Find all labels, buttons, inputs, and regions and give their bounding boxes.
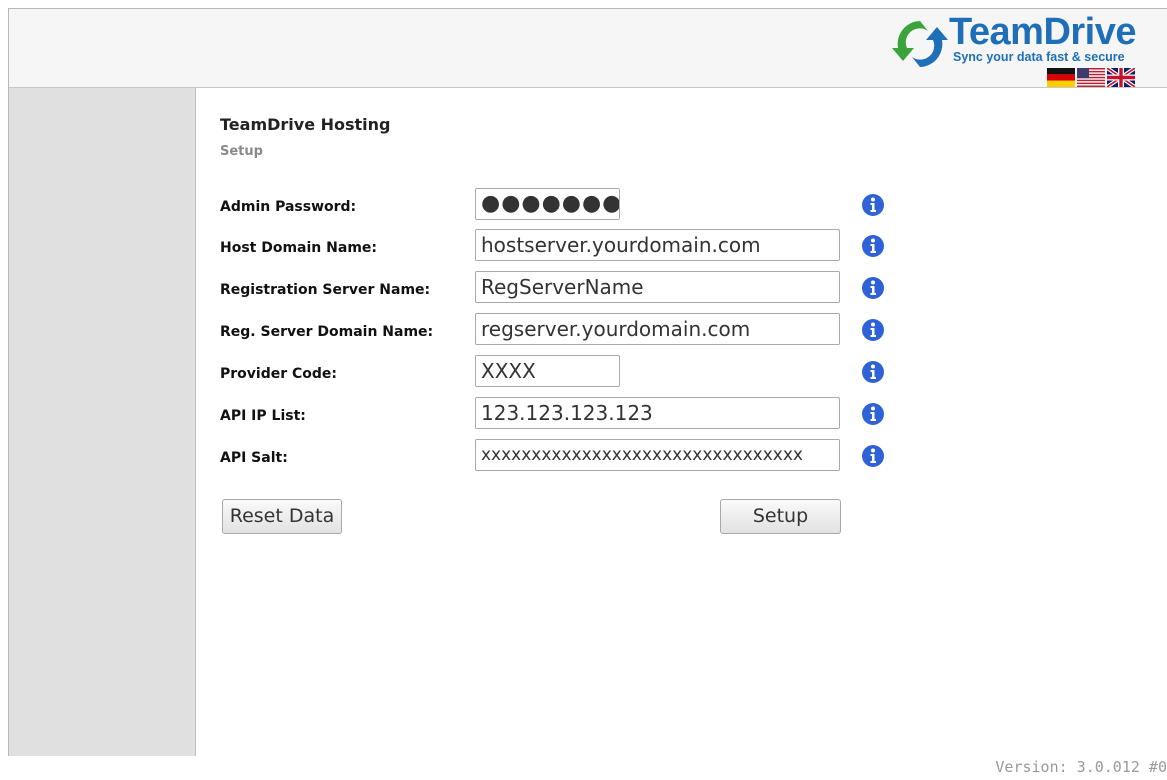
reg-server-domain-label: Reg. Server Domain Name: bbox=[220, 324, 434, 340]
app-frame: TeamDrive Sync your data fast & secure T… bbox=[8, 8, 1167, 756]
provider-code-field[interactable]: XXXX bbox=[475, 355, 620, 387]
reset-data-button[interactable]: Reset Data bbox=[222, 499, 342, 534]
provider-code-label: Provider Code: bbox=[220, 366, 338, 382]
api-salt-field[interactable]: xxxxxxxxxxxxxxxxxxxxxxxxxxxxxxxx bbox=[475, 439, 840, 471]
info-icon[interactable] bbox=[861, 402, 885, 426]
us-flag-icon[interactable] bbox=[1077, 68, 1105, 87]
reg-server-name-field[interactable]: RegServerName bbox=[475, 271, 840, 303]
admin-password-field[interactable]: ●●●●●●● bbox=[475, 188, 620, 220]
page-subtitle: Setup bbox=[220, 144, 263, 159]
form-row-api-salt: API Salt: xxxxxxxxxxxxxxxxxxxxxxxxxxxxxx… bbox=[220, 439, 920, 475]
sync-arrows-icon bbox=[892, 21, 948, 67]
reg-server-name-label: Registration Server Name: bbox=[220, 282, 431, 298]
api-salt-label: API Salt: bbox=[220, 450, 288, 466]
uk-flag-icon[interactable] bbox=[1107, 68, 1135, 87]
setup-button[interactable]: Setup bbox=[720, 499, 841, 534]
sidebar bbox=[9, 88, 196, 756]
version-label: Version: 3.0.012 #0 bbox=[995, 758, 1167, 776]
host-domain-label: Host Domain Name: bbox=[220, 240, 377, 256]
api-ip-list-field[interactable]: 123.123.123.123 bbox=[475, 397, 840, 429]
info-icon[interactable] bbox=[861, 444, 885, 468]
form-row-admin-password: Admin Password: ●●●●●●● bbox=[220, 188, 920, 224]
language-flags bbox=[1047, 68, 1135, 87]
german-flag-icon[interactable] bbox=[1047, 68, 1075, 87]
api-ip-list-label: API IP List: bbox=[220, 408, 306, 424]
info-icon[interactable] bbox=[861, 318, 885, 342]
page-title: TeamDrive Hosting bbox=[220, 115, 391, 134]
teamdrive-logo: TeamDrive Sync your data fast & secure bbox=[891, 11, 1141, 89]
form-row-api-ip-list: API IP List: 123.123.123.123 bbox=[220, 397, 920, 433]
brand-tagline: Sync your data fast & secure bbox=[953, 50, 1125, 64]
admin-password-label: Admin Password: bbox=[220, 199, 357, 215]
brand-name: TeamDrive bbox=[949, 11, 1137, 53]
info-icon[interactable] bbox=[861, 234, 885, 258]
info-icon[interactable] bbox=[861, 276, 885, 300]
reg-server-domain-field[interactable]: regserver.yourdomain.com bbox=[475, 313, 840, 345]
header: TeamDrive Sync your data fast & secure bbox=[9, 9, 1167, 88]
info-icon[interactable] bbox=[861, 193, 885, 217]
form-row-reg-server-name: Registration Server Name: RegServerName bbox=[220, 271, 920, 307]
host-domain-field[interactable]: hostserver.yourdomain.com bbox=[475, 229, 840, 261]
form-row-host-domain: Host Domain Name: hostserver.yourdomain.… bbox=[220, 229, 920, 265]
main-content: TeamDrive Hosting Setup Admin Password: … bbox=[220, 88, 1167, 756]
form-row-provider-code: Provider Code: XXXX bbox=[220, 355, 920, 391]
form-row-reg-server-domain: Reg. Server Domain Name: regserver.yourd… bbox=[220, 313, 920, 349]
info-icon[interactable] bbox=[861, 360, 885, 384]
